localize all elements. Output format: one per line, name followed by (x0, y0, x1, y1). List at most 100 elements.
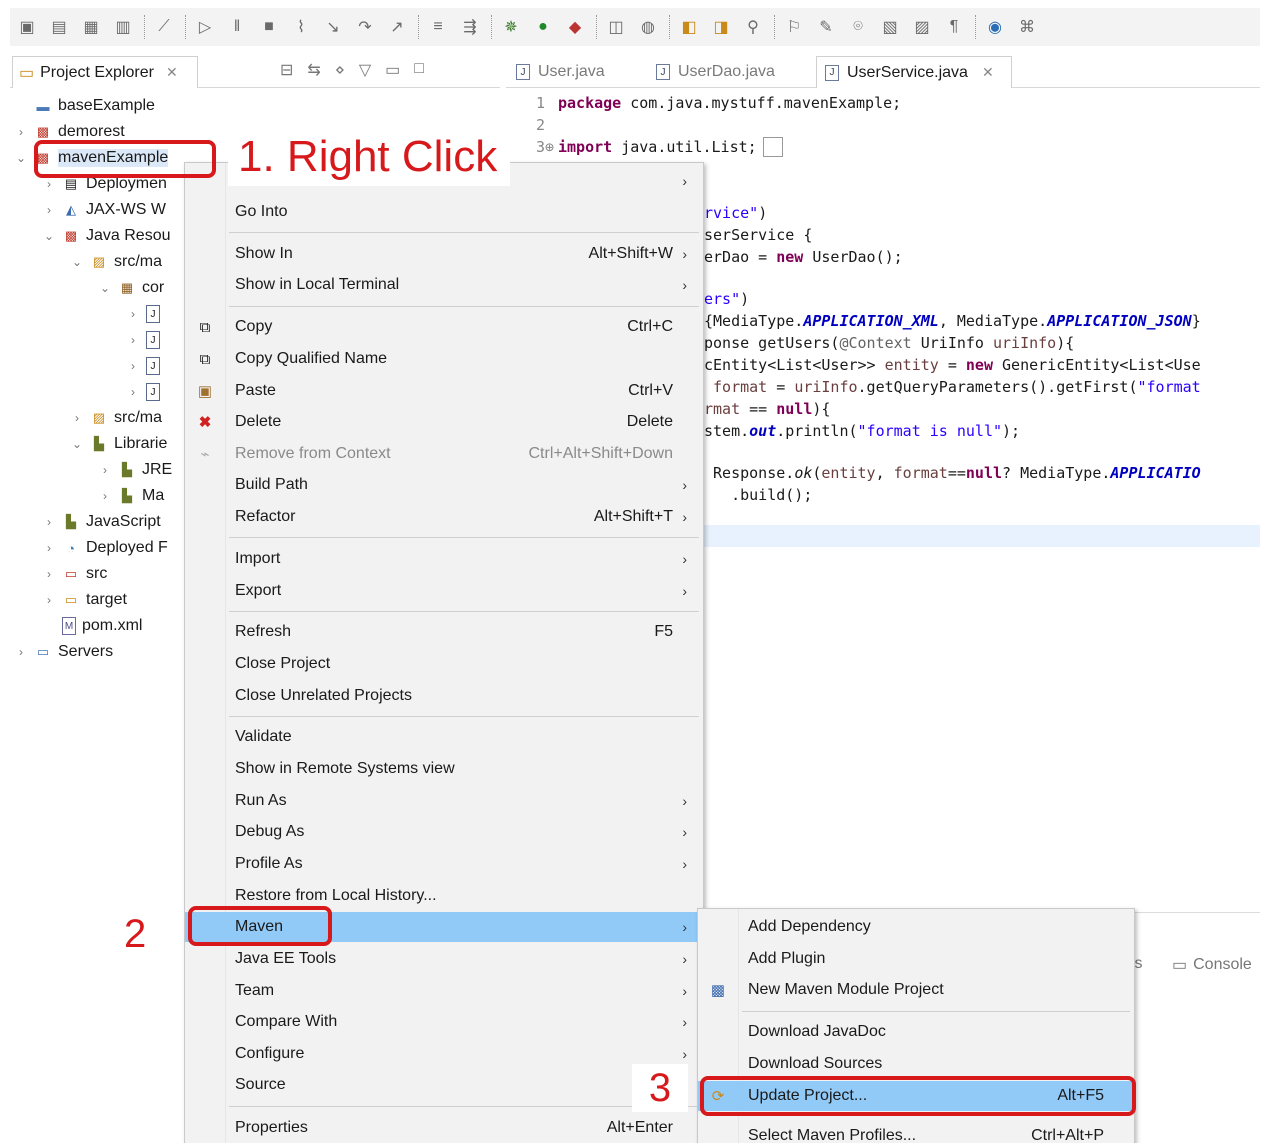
tab-userservice-java[interactable]: J UserService.java ✕ (816, 56, 1012, 88)
pen-icon[interactable]: ✎ (813, 14, 839, 40)
minimize-icon[interactable]: ▭ (385, 60, 400, 80)
menu-item-close-project[interactable]: Close Project (185, 649, 703, 679)
chevron-right-icon[interactable]: › (42, 177, 56, 191)
chevron-down-icon[interactable]: ⌄ (14, 151, 28, 165)
print-icon[interactable]: ▥ (110, 14, 136, 40)
menu-item-delete[interactable]: ✖ Delete Delete (185, 407, 703, 437)
outline-icon[interactable]: ▨ (909, 14, 935, 40)
menu-item-show-in-local-terminal[interactable]: Show in Local Terminal › (185, 270, 703, 300)
chevron-right-icon[interactable]: › (126, 359, 140, 373)
tree-item[interactable]: ⌄ ▙ Librarie (70, 432, 167, 456)
menu-item-paste[interactable]: ▣ Paste Ctrl+V (185, 376, 703, 406)
menu-item-java-ee-tools[interactable]: Java EE Tools › (185, 944, 703, 974)
external-tools-icon[interactable]: ◆ (562, 14, 588, 40)
tree-item[interactable]: › J (126, 354, 166, 378)
menu-item-download-sources[interactable]: Download Sources (698, 1049, 1134, 1079)
tree-item[interactable]: › J (126, 328, 166, 352)
tab-user-java[interactable]: J User.java (508, 56, 648, 88)
new-icon[interactable]: ▣ (14, 14, 40, 40)
web-browser-icon[interactable]: ◍ (635, 14, 661, 40)
collapse-all-icon[interactable]: ⊟ (280, 60, 293, 80)
menu-item-refresh[interactable]: Refresh F5 (185, 617, 703, 647)
link-editor-icon[interactable]: ⇆ (307, 60, 320, 80)
annotation-icon[interactable]: ⌾ (845, 14, 871, 40)
menu-item-profile-as[interactable]: Profile As › (185, 849, 703, 879)
tree-item[interactable]: › ▙ Ma (98, 484, 164, 508)
menu-item-properties[interactable]: Properties Alt+Enter (185, 1113, 703, 1143)
open-type-icon[interactable]: ◨ (708, 14, 734, 40)
tree-item[interactable]: ▬ baseExample (14, 94, 155, 118)
menu-item-copy-qualified-name[interactable]: ⧉ Copy Qualified Name (185, 344, 703, 374)
filter-icon[interactable]: ⋄ (335, 60, 345, 80)
tree-item[interactable]: › ◭ JAX-WS W (42, 198, 166, 222)
menu-item-select-maven-profiles[interactable]: Select Maven Profiles... Ctrl+Alt+P (698, 1121, 1134, 1143)
save-all-icon[interactable]: ▦ (78, 14, 104, 40)
menu-item-team[interactable]: Team › (185, 976, 703, 1006)
tree-item[interactable]: › J (126, 302, 166, 326)
tree-item[interactable]: › ▨ src/ma (70, 406, 162, 430)
menu-item-add-plugin[interactable]: Add Plugin (698, 944, 1134, 974)
tree-item[interactable]: M pom.xml (42, 614, 142, 638)
resume-icon[interactable]: ▷ (192, 14, 218, 40)
tree-item[interactable]: › ▭ Servers (14, 640, 113, 664)
close-icon[interactable]: ✕ (166, 64, 178, 81)
tree-item[interactable]: › ◔ Deployed F (42, 536, 168, 560)
menu-item-close-unrelated-projects[interactable]: Close Unrelated Projects (185, 681, 703, 711)
step-return-icon[interactable]: ↗ (384, 14, 410, 40)
new-java-project-icon[interactable]: ◧ (676, 14, 702, 40)
use-step-filters-icon[interactable]: ≡ (425, 14, 451, 40)
chevron-right-icon[interactable]: › (42, 515, 56, 529)
chevron-right-icon[interactable]: › (98, 463, 112, 477)
suspend-icon[interactable]: ‖ (224, 14, 250, 40)
tree-item[interactable]: ⌄ ▨ src/ma (70, 250, 162, 274)
chevron-right-icon[interactable]: › (126, 333, 140, 347)
chevron-right-icon[interactable]: › (126, 385, 140, 399)
terminate-icon[interactable]: ■ (256, 14, 282, 40)
menu-item-validate[interactable]: Validate (185, 722, 703, 752)
menu-item-copy[interactable]: ⧉ Copy Ctrl+C (185, 312, 703, 342)
chevron-right-icon[interactable]: › (98, 489, 112, 503)
chevron-down-icon[interactable]: ⌄ (70, 255, 84, 269)
maximize-icon[interactable]: □ (414, 60, 424, 80)
menu-item-show-in[interactable]: Show In Alt+Shift+W › (185, 239, 703, 269)
chevron-right-icon[interactable]: › (70, 411, 84, 425)
close-icon[interactable]: ✕ (982, 64, 994, 81)
perspective-icon[interactable]: ⌘ (1014, 14, 1040, 40)
skip-breakpoints-icon[interactable]: ⟋ (151, 14, 177, 40)
view-menu-icon[interactable]: ▽ (359, 60, 371, 80)
menu-item-show-in-remote-systems[interactable]: Show in Remote Systems view (185, 754, 703, 784)
bug-icon[interactable]: ✵ (498, 14, 524, 40)
disconnect-icon[interactable]: ⌇ (288, 14, 314, 40)
menu-item-add-dependency[interactable]: Add Dependency (698, 912, 1134, 942)
drop-to-frame-icon[interactable]: ⇶ (457, 14, 483, 40)
menu-item-download-javadoc[interactable]: Download JavaDoc (698, 1017, 1134, 1047)
chevron-right-icon[interactable]: › (42, 593, 56, 607)
tree-item[interactable]: ⌄ ▩ Java Resou (42, 224, 171, 248)
new-server-icon[interactable]: ◫ (603, 14, 629, 40)
globe-icon[interactable]: ◉ (982, 14, 1008, 40)
tree-item[interactable]: › J (126, 380, 166, 404)
save-icon[interactable]: ▤ (46, 14, 72, 40)
tab-console[interactable]: ▭ Console (1172, 955, 1252, 975)
chevron-down-icon[interactable]: ⌄ (98, 281, 112, 295)
menu-item-build-path[interactable]: Build Path › (185, 470, 703, 500)
step-into-icon[interactable]: ↘ (320, 14, 346, 40)
chevron-right-icon[interactable]: › (42, 541, 56, 555)
search-icon[interactable]: ⚲ (740, 14, 766, 40)
chevron-down-icon[interactable]: ⌄ (70, 437, 84, 451)
menu-item-run-as[interactable]: Run As › (185, 786, 703, 816)
menu-item-compare-with[interactable]: Compare With › (185, 1007, 703, 1037)
tree-item[interactable]: › ▭ src (42, 562, 107, 586)
menu-item-debug-as[interactable]: Debug As › (185, 817, 703, 847)
menu-item-configure[interactable]: Configure › (185, 1039, 703, 1069)
tree-item[interactable]: › ▭ target (42, 588, 127, 612)
menu-item-refactor[interactable]: Refactor Alt+Shift+T › (185, 502, 703, 532)
tab-userdao-java[interactable]: J UserDao.java (648, 56, 814, 88)
tree-item[interactable]: › ▙ JRE (98, 458, 172, 482)
tree-item[interactable]: ⌄ ▦ cor (98, 276, 164, 300)
compare-icon[interactable]: ▧ (877, 14, 903, 40)
tree-item[interactable]: › ▙ JavaScript (42, 510, 161, 534)
tab-project-explorer[interactable]: ▭ Project Explorer ✕ (12, 56, 198, 88)
menu-item-import[interactable]: Import › (185, 544, 703, 574)
pin-icon[interactable]: ⚐ (781, 14, 807, 40)
